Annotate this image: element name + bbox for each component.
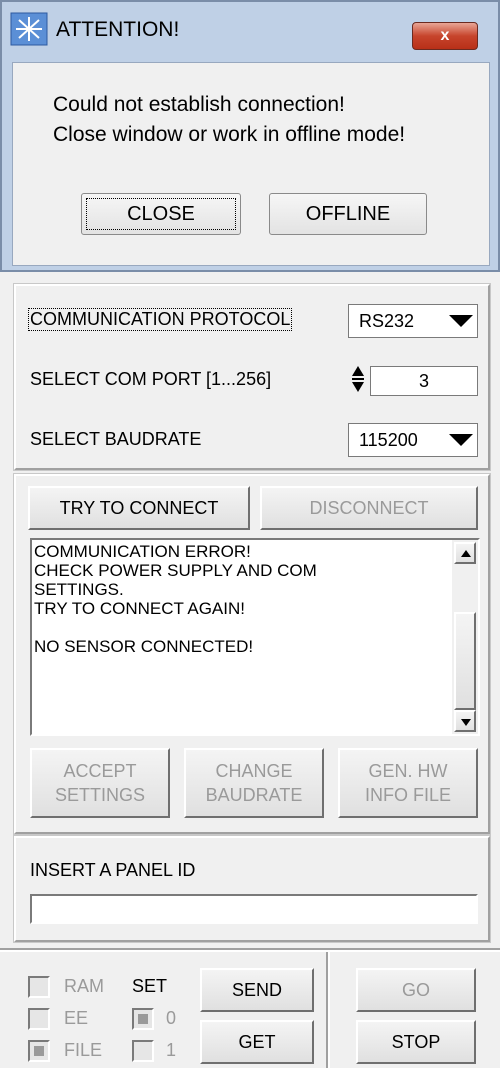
disconnect-button[interactable]: DISCONNECT <box>260 486 478 530</box>
protocol-select[interactable]: RS232 <box>348 304 478 338</box>
divider <box>326 952 330 1068</box>
protocol-value: RS232 <box>359 311 415 331</box>
change-baudrate-line2: BAUDRATE <box>205 785 303 805</box>
divider <box>0 948 500 952</box>
accept-settings-line1: ACCEPT <box>63 761 137 781</box>
panel-id-label: INSERT A PANEL ID <box>30 860 196 880</box>
stop-button[interactable]: STOP <box>356 1020 476 1064</box>
check-mark-icon <box>34 1046 44 1056</box>
change-baudrate-button[interactable]: CHANGE BAUDRATE <box>184 748 324 818</box>
ram-label: RAM <box>64 976 104 996</box>
offline-button[interactable]: OFFLINE <box>269 193 427 235</box>
protocol-label: COMMUNICATION PROTOCOL <box>28 308 293 331</box>
get-button[interactable]: GET <box>200 1020 314 1064</box>
file-label: FILE <box>64 1040 103 1060</box>
set-label: SET <box>132 976 168 996</box>
try-to-connect-button[interactable]: TRY TO CONNECT <box>28 486 250 530</box>
panel-id-section: INSERT A PANEL ID <box>14 836 490 942</box>
baudrate-label: SELECT BAUDRATE <box>30 429 202 449</box>
send-button[interactable]: SEND <box>200 968 314 1012</box>
gen-hw-info-line1: GEN. HW <box>368 761 448 781</box>
scroll-up-button[interactable] <box>454 542 476 564</box>
chevron-down-icon <box>449 434 473 446</box>
arrow-down-icon <box>461 719 471 726</box>
baudrate-value: 115200 <box>359 430 418 450</box>
dialog-message-line2: Close window or work in offline mode! <box>53 123 406 146</box>
connection-panel: COMMUNICATION PROTOCOL RS232 SELECT COM … <box>14 284 490 470</box>
set-0-checkbox[interactable] <box>132 1008 154 1030</box>
file-checkbox[interactable] <box>28 1040 50 1062</box>
scrollbar[interactable] <box>452 540 478 734</box>
ram-checkbox[interactable] <box>28 976 50 998</box>
panel-id-input[interactable] <box>30 894 478 924</box>
attention-dialog: ATTENTION! x Could not establish connect… <box>0 0 500 272</box>
port-spinner[interactable] <box>350 364 366 396</box>
baudrate-select[interactable]: 115200 <box>348 423 478 457</box>
dialog-message-line1: Could not establish connection! <box>53 93 345 116</box>
status-log: COMMUNICATION ERROR! CHECK POWER SUPPLY … <box>30 538 480 736</box>
spin-up-icon[interactable] <box>352 366 364 376</box>
gen-hw-info-button[interactable]: GEN. HW INFO FILE <box>338 748 478 818</box>
arrow-up-icon <box>461 550 471 557</box>
spin-divider <box>352 378 364 380</box>
change-baudrate-line1: CHANGE <box>215 761 293 781</box>
set-1-label: 1 <box>166 1040 177 1060</box>
spin-down-icon[interactable] <box>352 382 364 392</box>
dialog-title: ATTENTION! <box>56 18 180 41</box>
close-button[interactable]: CLOSE <box>81 193 241 235</box>
ee-label: EE <box>64 1008 89 1028</box>
check-mark-icon <box>138 1014 148 1024</box>
accept-settings-line2: SETTINGS <box>54 785 145 805</box>
status-log-text: COMMUNICATION ERROR! CHECK POWER SUPPLY … <box>34 542 317 656</box>
ee-checkbox[interactable] <box>28 1008 50 1030</box>
scroll-thumb[interactable] <box>454 612 476 710</box>
close-icon[interactable]: x <box>412 22 478 50</box>
focus-ring <box>86 198 236 230</box>
chevron-down-icon <box>449 315 473 327</box>
set-0-label: 0 <box>166 1008 177 1028</box>
set-1-checkbox[interactable] <box>132 1040 154 1062</box>
dialog-body: Could not establish connection! Close wi… <box>12 62 490 266</box>
connect-panel: TRY TO CONNECT DISCONNECT COMMUNICATION … <box>14 474 490 834</box>
scroll-down-button[interactable] <box>454 710 476 732</box>
go-button[interactable]: GO <box>356 968 476 1012</box>
gen-hw-info-line2: INFO FILE <box>364 785 451 805</box>
com-port-label: SELECT COM PORT [1...256] <box>30 369 272 389</box>
starburst-icon <box>10 12 48 46</box>
accept-settings-button[interactable]: ACCEPT SETTINGS <box>30 748 170 818</box>
com-port-input[interactable]: 3 <box>370 366 478 396</box>
